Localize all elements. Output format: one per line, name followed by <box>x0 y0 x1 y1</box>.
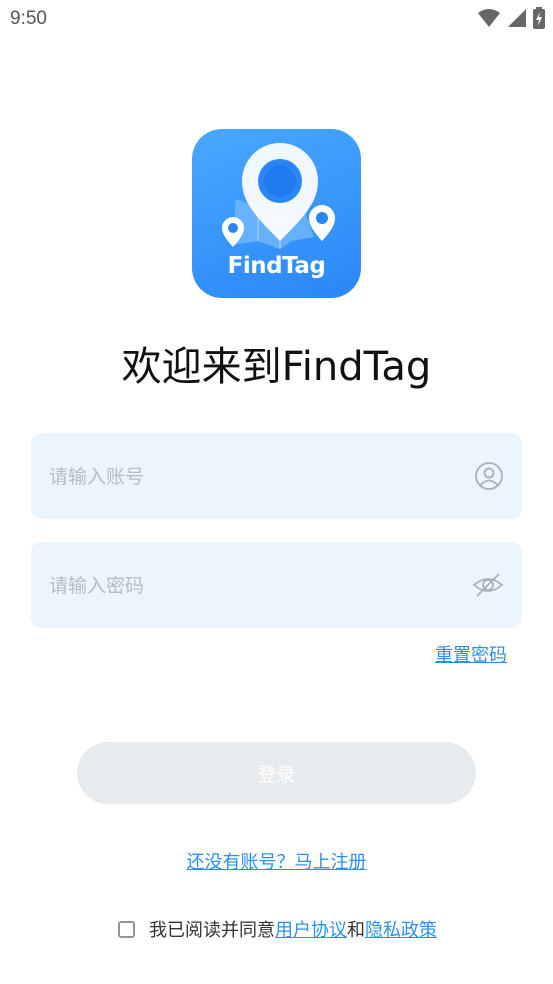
signal-icon <box>508 9 526 27</box>
agreement-row: 我已阅读并同意 用户协议 和 隐私政策 <box>118 916 437 942</box>
page-title: 欢迎来到FindTag <box>121 344 432 390</box>
battery-charging-icon <box>533 7 545 29</box>
agreement-prefix: 我已阅读并同意 <box>149 920 275 941</box>
eye-off-icon[interactable] <box>472 570 504 600</box>
agreement-checkbox[interactable] <box>118 920 135 938</box>
agreement-conjunction: 和 <box>347 920 365 941</box>
register-row: 还没有账号？马上注册 <box>0 848 553 874</box>
logo-text: FindTag <box>227 253 326 279</box>
register-link[interactable]: 还没有账号？马上注册 <box>187 852 367 873</box>
reset-password-link[interactable]: 重置密码 <box>435 641 507 667</box>
account-field[interactable] <box>31 433 522 521</box>
wifi-icon <box>478 9 500 27</box>
status-bar: 9:50 <box>0 0 553 38</box>
account-input[interactable] <box>47 433 451 521</box>
status-icons <box>477 7 545 29</box>
user-icon <box>475 462 503 490</box>
password-input[interactable] <box>47 542 451 630</box>
login-button[interactable]: 登录 <box>77 742 476 804</box>
user-agreement-link[interactable]: 用户协议 <box>275 916 347 942</box>
app-logo: FindTag <box>192 129 361 298</box>
privacy-policy-link[interactable]: 隐私政策 <box>365 916 437 942</box>
password-field[interactable] <box>31 542 522 630</box>
status-time: 9:50 <box>10 8 47 29</box>
